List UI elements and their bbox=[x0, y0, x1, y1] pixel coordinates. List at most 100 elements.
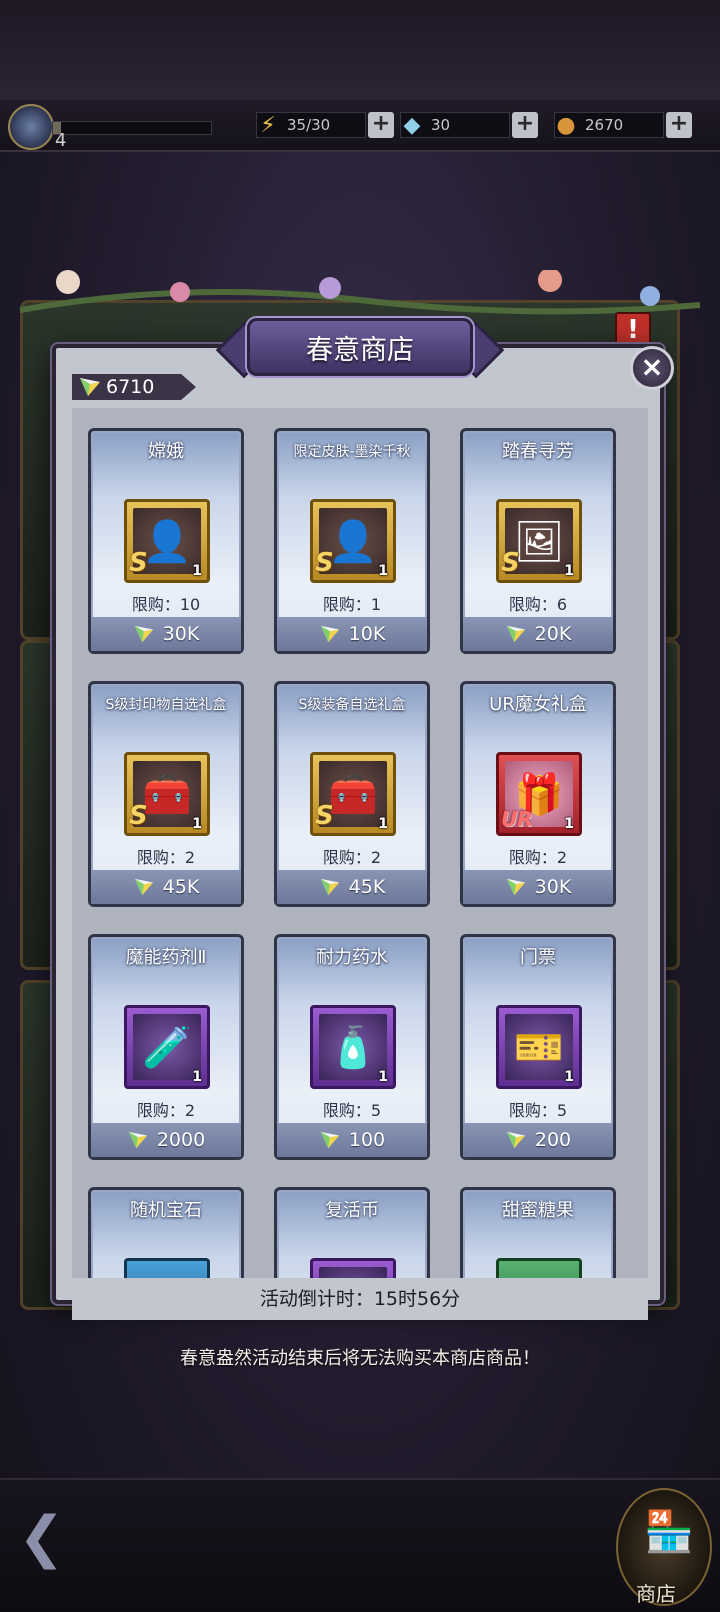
shop-item-icon-frame[interactable]: 🧰 S 1 bbox=[310, 752, 396, 836]
shop-item-name: 踏春寻芳 bbox=[502, 441, 574, 462]
price-value: 30K bbox=[162, 623, 200, 645]
shop-stall-icon: 🏪 bbox=[644, 1509, 694, 1555]
price-button[interactable]: 45K bbox=[277, 870, 427, 904]
purchase-limit: 限购：10 bbox=[131, 595, 201, 614]
lightning-icon: ⚡ bbox=[260, 112, 276, 138]
shop-item-name: 魔能药剂Ⅱ bbox=[125, 947, 207, 968]
shop-item-card[interactable]: 踏春寻芳 🖼 S 1 限购：6 20K bbox=[460, 428, 616, 654]
shop-item-icon-frame[interactable]: 🎁 UR 1 bbox=[496, 752, 582, 836]
shop-item-card[interactable]: 甜蜜糖果 🍬 bbox=[460, 1187, 616, 1278]
shop-item-name: S级装备自选礼盒 bbox=[298, 697, 406, 713]
item-quantity: 1 bbox=[378, 816, 388, 832]
price-button[interactable]: 45K bbox=[91, 870, 241, 904]
price-button[interactable]: 2000 bbox=[91, 1123, 241, 1157]
gem-resource: ◆ 30 + bbox=[400, 111, 538, 139]
shop-item-name: 复活币 bbox=[325, 1200, 379, 1221]
shop-item-name: 甜蜜糖果 bbox=[502, 1200, 574, 1221]
add-gems-button[interactable]: + bbox=[512, 112, 538, 138]
shop-item-card[interactable]: S级装备自选礼盒 🧰 S 1 限购：2 45K bbox=[274, 681, 430, 907]
shop-item-icon-frame[interactable]: 🧴 1 bbox=[310, 1005, 396, 1089]
event-notice: 春意盎然活动结束后将无法购买本商店商品！ bbox=[180, 1348, 540, 1369]
shop-item-card[interactable]: 魔能药剂Ⅱ 🧪 1 限购：2 2000 bbox=[88, 934, 244, 1160]
purchase-limit: 限购：1 bbox=[322, 595, 382, 614]
shop-item-card[interactable]: 限定皮肤-墨染千秋 👤 S 1 限购：1 10K bbox=[274, 428, 430, 654]
event-countdown: 活动倒计时：15时56分 bbox=[72, 1278, 648, 1320]
price-value: 20K bbox=[534, 623, 572, 645]
price-button[interactable]: 30K bbox=[91, 617, 241, 651]
shop-item-icon-frame[interactable]: 💎 bbox=[124, 1258, 210, 1278]
shop-item-card[interactable]: UR魔女礼盒 🎁 UR 1 限购：2 30K bbox=[460, 681, 616, 907]
shop-item-card[interactable]: 耐力药水 🧴 1 限购：5 100 bbox=[274, 934, 430, 1160]
ticket-icon: 🎫 bbox=[505, 1014, 573, 1080]
shop-item-card[interactable]: 随机宝石 💎 bbox=[88, 1187, 244, 1278]
price-value: 45K bbox=[348, 876, 386, 898]
price-button[interactable]: 10K bbox=[277, 617, 427, 651]
rarity-badge: S bbox=[315, 548, 334, 578]
alert-icon[interactable]: ! bbox=[615, 312, 651, 348]
shop-item-grid[interactable]: 嫦娥 👤 S 1 限购：10 30K 限定皮肤-墨染千秋 👤 S 1 限购：1 10K 踏春寻芳 🖼 S 1 限… bbox=[72, 408, 648, 1278]
shop-item-icon-frame[interactable]: 🪙 bbox=[310, 1258, 396, 1278]
price-button[interactable]: 20K bbox=[463, 617, 613, 651]
purchase-limit: 限购：6 bbox=[508, 595, 568, 614]
price-value: 45K bbox=[162, 876, 200, 898]
item-quantity: 1 bbox=[378, 563, 388, 579]
shop-item-name: 随机宝石 bbox=[130, 1200, 202, 1221]
kite-currency-icon bbox=[506, 625, 525, 643]
stamina-resource: ⚡ 35/30 + bbox=[256, 111, 394, 139]
shop-item-icon-frame[interactable]: 👤 S 1 bbox=[124, 499, 210, 583]
item-quantity: 1 bbox=[564, 563, 574, 579]
shop-title: 春意商店 bbox=[247, 318, 473, 376]
close-button[interactable]: × bbox=[630, 346, 674, 390]
price-button[interactable]: 30K bbox=[463, 870, 613, 904]
item-quantity: 1 bbox=[192, 816, 202, 832]
purchase-limit: 限购：2 bbox=[136, 848, 196, 867]
shop-item-name: S级封印物自选礼盒 bbox=[105, 697, 227, 713]
kite-currency-icon bbox=[128, 1131, 147, 1149]
add-stamina-button[interactable]: + bbox=[368, 112, 394, 138]
red-potion-icon: 🧪 bbox=[133, 1014, 201, 1080]
add-coins-button[interactable]: + bbox=[666, 112, 692, 138]
gem-icon: 💎 bbox=[133, 1267, 201, 1279]
bottom-nav-bar bbox=[0, 1478, 720, 1612]
rarity-badge: S bbox=[501, 548, 520, 578]
shop-item-icon-frame[interactable]: 🧪 1 bbox=[124, 1005, 210, 1089]
coin-resource: ● 2670 + bbox=[554, 111, 692, 139]
shop-item-name: 门票 bbox=[520, 947, 556, 968]
shop-item-name: 嫦娥 bbox=[148, 441, 184, 462]
kite-currency-icon bbox=[134, 878, 153, 896]
coin-icon: ● bbox=[556, 112, 576, 138]
player-level: 4 bbox=[55, 130, 67, 151]
shop-item-icon-frame[interactable]: 🖼 S 1 bbox=[496, 499, 582, 583]
item-quantity: 1 bbox=[564, 816, 574, 832]
price-button[interactable]: 200 bbox=[463, 1123, 613, 1157]
shop-item-icon-frame[interactable]: 🎫 1 bbox=[496, 1005, 582, 1089]
kite-currency-icon bbox=[320, 625, 339, 643]
item-quantity: 1 bbox=[192, 1069, 202, 1085]
price-button[interactable]: 100 bbox=[277, 1123, 427, 1157]
purchase-limit: 限购：2 bbox=[508, 848, 568, 867]
back-arrow-icon[interactable]: ❮ bbox=[18, 1508, 108, 1568]
rarity-badge: S bbox=[129, 548, 148, 578]
shop-item-name: UR魔女礼盒 bbox=[489, 694, 587, 715]
shop-currency-display: 6710 bbox=[72, 374, 196, 400]
shop-item-icon-frame[interactable]: 🧰 S 1 bbox=[124, 752, 210, 836]
shop-item-name: 耐力药水 bbox=[316, 947, 388, 968]
currency-amount: 6710 bbox=[106, 376, 155, 398]
shop-item-card[interactable]: S级封印物自选礼盒 🧰 S 1 限购：2 45K bbox=[88, 681, 244, 907]
shop-item-icon-frame[interactable]: 👤 S 1 bbox=[310, 499, 396, 583]
price-value: 30K bbox=[534, 876, 572, 898]
shop-item-card[interactable]: 门票 🎫 1 限购：5 200 bbox=[460, 934, 616, 1160]
background-top bbox=[0, 0, 720, 100]
shop-nav-label: 商店 bbox=[636, 1582, 676, 1606]
shop-item-name: 限定皮肤-墨染千秋 bbox=[293, 444, 411, 460]
price-value: 100 bbox=[348, 1129, 386, 1151]
player-level-badge[interactable] bbox=[8, 104, 54, 150]
price-value: 10K bbox=[348, 623, 386, 645]
shop-item-icon-frame[interactable]: 🍬 bbox=[496, 1258, 582, 1278]
shop-item-card[interactable]: 复活币 🪙 bbox=[274, 1187, 430, 1278]
item-quantity: 1 bbox=[192, 563, 202, 579]
kite-currency-icon bbox=[80, 378, 100, 396]
shop-item-card[interactable]: 嫦娥 👤 S 1 限购：10 30K bbox=[88, 428, 244, 654]
price-value: 2000 bbox=[156, 1129, 206, 1151]
purchase-limit: 限购：5 bbox=[322, 1101, 382, 1120]
